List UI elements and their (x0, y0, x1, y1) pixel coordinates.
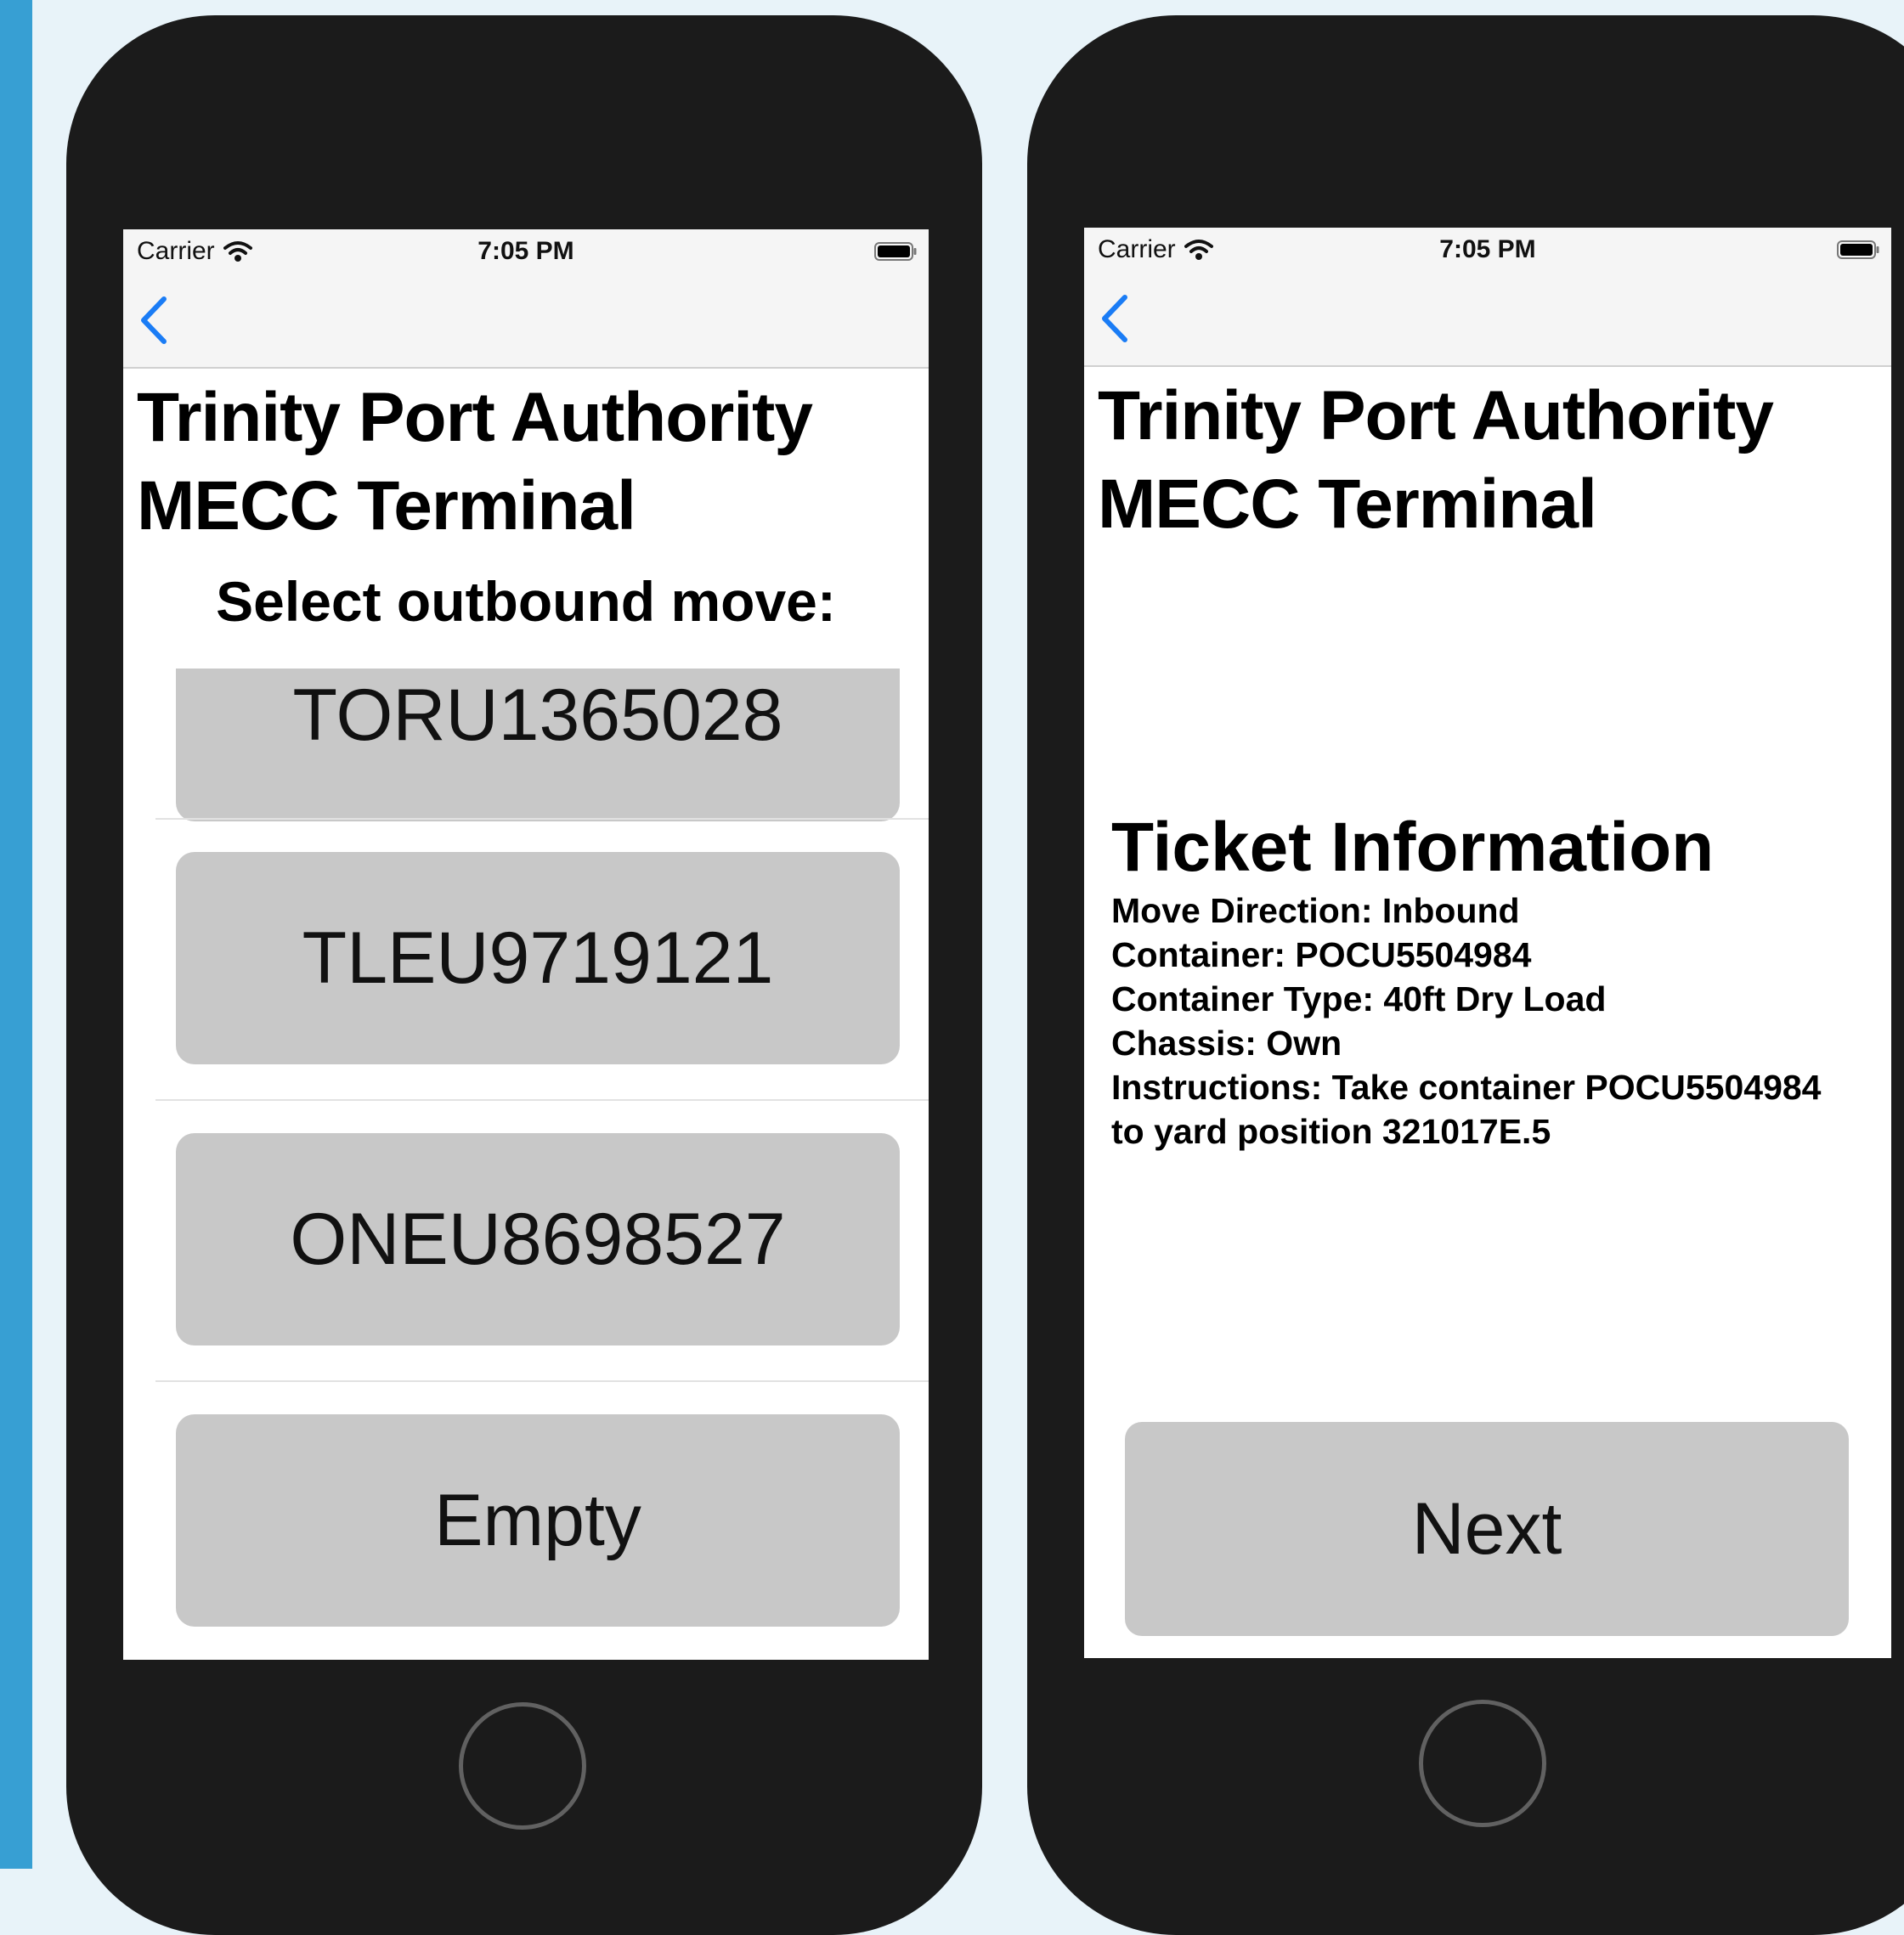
instructions-continued: to yard position 321017E.5 (1111, 1112, 1551, 1151)
phone-left: Carrier 7:05 PM Trinity Port Authority M (66, 15, 982, 1935)
row-divider (155, 818, 929, 820)
row-divider (155, 1099, 929, 1101)
ticket-details: Move Direction: Inbound Container: POCU5… (1111, 889, 1876, 1154)
title-line-1: Trinity Port Authority (1098, 377, 1774, 454)
row-divider (155, 1380, 929, 1382)
screen-select-move: Carrier 7:05 PM Trinity Port Authority M (123, 229, 929, 1660)
list-item: ONEU8698527 (123, 1099, 929, 1381)
page-title: Trinity Port Authority MECC Terminal (1098, 372, 1774, 549)
back-chevron-icon[interactable] (138, 296, 169, 345)
list-item: TLEU9719121 (123, 818, 929, 1100)
page-title: Trinity Port Authority MECC Terminal (137, 374, 813, 550)
list-item: Empty (123, 1380, 929, 1660)
status-time: 7:05 PM (1439, 235, 1536, 263)
nav-bar (123, 274, 929, 369)
battery-icon (1837, 240, 1879, 259)
ticket-information-heading: Ticket Information (1111, 809, 1715, 886)
home-button[interactable] (1419, 1700, 1546, 1827)
home-button[interactable] (459, 1702, 586, 1830)
title-line-2: MECC Terminal (137, 467, 636, 544)
section-subtitle: Select outbound move: (216, 570, 836, 633)
move-button-toru1365028[interactable]: TORU1365028 (176, 669, 900, 821)
status-time: 7:05 PM (477, 237, 574, 265)
instructions: Instructions: Take container POCU5504984 (1111, 1068, 1822, 1107)
move-direction: Move Direction: Inbound (1111, 891, 1520, 930)
move-button-oneu8698527[interactable]: ONEU8698527 (176, 1133, 900, 1345)
container-type: Container Type: 40ft Dry Load (1111, 979, 1607, 1018)
move-button-empty[interactable]: Empty (176, 1414, 900, 1627)
back-chevron-icon[interactable] (1099, 294, 1130, 343)
next-button[interactable]: Next (1125, 1422, 1849, 1636)
title-line-2: MECC Terminal (1098, 465, 1597, 543)
screen-ticket-information: Carrier 7:05 PM Trinity Port Authority M (1084, 228, 1891, 1658)
battery-icon (874, 242, 917, 261)
status-bar: Carrier 7:05 PM (123, 229, 929, 274)
phone-right: Carrier 7:05 PM Trinity Port Authority M (1027, 15, 1904, 1935)
nav-bar (1084, 272, 1891, 367)
status-bar: Carrier 7:05 PM (1084, 228, 1891, 272)
move-list[interactable]: TORU1365028 TLEU9719121 ONEU8698527 Empt… (123, 669, 929, 1660)
chassis: Chassis: Own (1111, 1024, 1342, 1063)
title-line-1: Trinity Port Authority (137, 379, 813, 456)
side-stripe (0, 0, 32, 1869)
container: Container: POCU5504984 (1111, 935, 1532, 974)
move-button-tleu9719121[interactable]: TLEU9719121 (176, 852, 900, 1064)
